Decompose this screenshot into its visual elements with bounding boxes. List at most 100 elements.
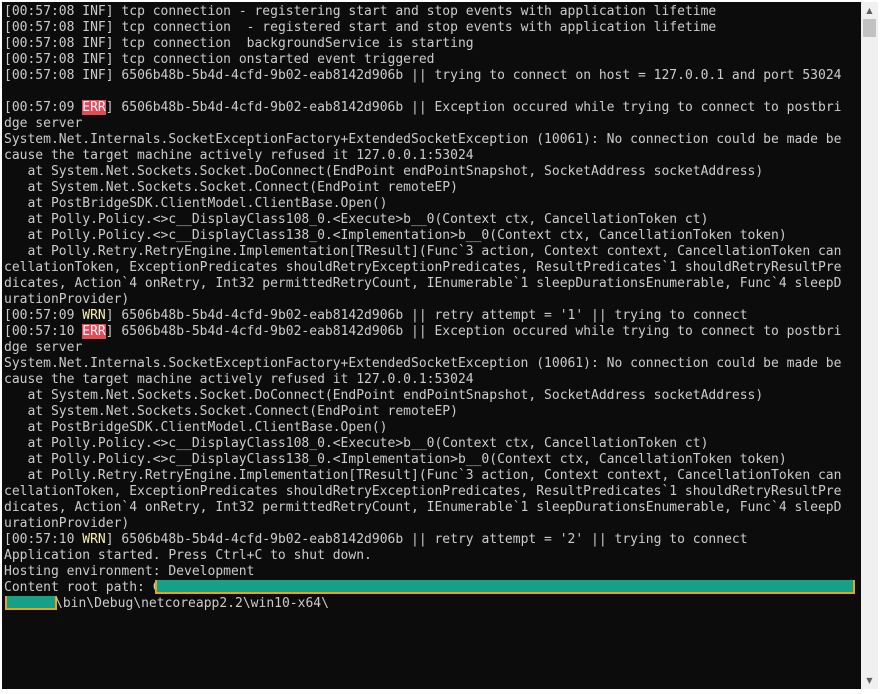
log-text: Hosting environment: Development: [4, 564, 255, 579]
log-text: System.Net.Internals.SocketExceptionFact…: [4, 356, 842, 371]
log-level-inf: INF: [82, 68, 106, 83]
console-line: cellationToken, ExceptionPredicates shou…: [4, 260, 860, 276]
log-text: at System.Net.Sockets.Socket.Connect(End…: [4, 180, 458, 195]
console-line: at Polly.Policy.<>c__DisplayClass138_0.<…: [4, 452, 860, 468]
log-message: ] 6506b48b-5b4d-4cfd-9b02-eab8142d906b |…: [105, 68, 842, 83]
redacted-path: [156, 580, 853, 592]
log-timestamp: [00:57:08: [4, 4, 83, 19]
console-line: System.Net.Internals.SocketExceptionFact…: [4, 356, 860, 372]
console-line: [00:57:09 ERR] 6506b48b-5b4d-4cfd-9b02-e…: [4, 100, 860, 116]
log-text: at PostBridgeSDK.ClientModel.ClientBase.…: [4, 196, 388, 211]
console-line: dge server: [4, 340, 860, 356]
console-line: dicates, Action`4 onRetry, Int32 permitt…: [4, 500, 860, 516]
log-level-inf: INF: [82, 36, 106, 51]
log-text: cause the target machine actively refuse…: [4, 372, 474, 387]
log-text: cellationToken, ExceptionPredicates shou…: [4, 484, 842, 499]
console-line: [00:57:10 WRN] 6506b48b-5b4d-4cfd-9b02-e…: [4, 532, 860, 548]
log-text: dicates, Action`4 onRetry, Int32 permitt…: [4, 500, 842, 515]
log-text: cellationToken, ExceptionPredicates shou…: [4, 260, 842, 275]
console-line: at Polly.Retry.RetryEngine.Implementatio…: [4, 468, 860, 484]
log-level-inf: INF: [82, 20, 106, 35]
console-line: dge server: [4, 116, 860, 132]
console-line: at Polly.Policy.<>c__DisplayClass108_0.<…: [4, 436, 860, 452]
log-text: \bin\Debug\netcoreapp2.2\win10-x64\: [55, 596, 329, 611]
log-text: System.Net.Internals.SocketExceptionFact…: [4, 132, 842, 147]
console-line: System.Net.Internals.SocketExceptionFact…: [4, 132, 860, 148]
log-message: ] tcp connection backgroundService is st…: [105, 36, 474, 51]
log-text: at System.Net.Sockets.Socket.Connect(End…: [4, 404, 458, 419]
console-text: [00:57:08 INF] tcp connection - register…: [4, 4, 860, 612]
console-line: Application started. Press Ctrl+C to shu…: [4, 548, 860, 564]
console-window: [00:57:08 INF] tcp connection - register…: [0, 0, 880, 694]
log-text: urationProvider): [4, 292, 130, 307]
log-level-wrn: WRN: [82, 308, 106, 323]
console-line: [00:57:10 ERR] 6506b48b-5b4d-4cfd-9b02-e…: [4, 324, 860, 340]
console-line: dicates, Action`4 onRetry, Int32 permitt…: [4, 276, 860, 292]
log-text: at Polly.Policy.<>c__DisplayClass138_0.<…: [4, 228, 787, 243]
console-line: at Polly.Policy.<>c__DisplayClass108_0.<…: [4, 212, 860, 228]
console-line: cause the target machine actively refuse…: [4, 372, 860, 388]
log-text: dicates, Action`4 onRetry, Int32 permitt…: [4, 276, 842, 291]
console-line: [00:57:08 INF] tcp connection background…: [4, 36, 860, 52]
console-line: cause the target machine actively refuse…: [4, 148, 860, 164]
console-line: at PostBridgeSDK.ClientModel.ClientBase.…: [4, 196, 860, 212]
vertical-scrollbar[interactable]: ▲ ▼: [861, 2, 878, 689]
log-timestamp: [00:57:10: [4, 532, 83, 547]
log-text: dge server: [4, 116, 83, 131]
log-timestamp: [00:57:08: [4, 52, 83, 67]
log-level-inf: INF: [82, 4, 106, 19]
log-message: ] tcp connection - registered start and …: [105, 20, 717, 35]
console-line: [00:57:08 INF] tcp connection - register…: [4, 20, 860, 36]
log-message: ] tcp connection - registering start and…: [105, 4, 717, 19]
console-line: [00:57:09 WRN] 6506b48b-5b4d-4cfd-9b02-e…: [4, 308, 860, 324]
scroll-thumb[interactable]: [863, 19, 876, 37]
log-timestamp: [00:57:09: [4, 100, 83, 115]
log-message: ] 6506b48b-5b4d-4cfd-9b02-eab8142d906b |…: [105, 324, 842, 339]
console-output[interactable]: [00:57:08 INF] tcp connection - register…: [2, 2, 861, 689]
console-line: at Polly.Retry.RetryEngine.Implementatio…: [4, 244, 860, 260]
console-line: [00:57:08 INF] 6506b48b-5b4d-4cfd-9b02-e…: [4, 68, 860, 84]
console-line: urationProvider): [4, 292, 860, 308]
log-text: at System.Net.Sockets.Socket.DoConnect(E…: [4, 164, 764, 179]
log-timestamp: [00:57:10: [4, 324, 83, 339]
log-text: at Polly.Retry.RetryEngine.Implementatio…: [4, 244, 842, 259]
log-message: ] tcp connection onstarted event trigger…: [105, 52, 435, 67]
console-line: urationProvider): [4, 516, 860, 532]
console-line: [00:57:08 INF] tcp connection onstarted …: [4, 52, 860, 68]
scroll-up-arrow-icon[interactable]: ▲: [861, 2, 878, 19]
console-line: cellationToken, ExceptionPredicates shou…: [4, 484, 860, 500]
log-message: ] 6506b48b-5b4d-4cfd-9b02-eab8142d906b |…: [105, 308, 748, 323]
log-text: Application started. Press Ctrl+C to shu…: [4, 548, 372, 563]
log-text: at Polly.Retry.RetryEngine.Implementatio…: [4, 468, 842, 483]
console-line: [00:57:08 INF] tcp connection - register…: [4, 4, 860, 20]
console-line: Hosting environment: Development: [4, 564, 860, 580]
console-line: at System.Net.Sockets.Socket.DoConnect(E…: [4, 388, 860, 404]
log-message: ] 6506b48b-5b4d-4cfd-9b02-eab8142d906b |…: [105, 532, 748, 547]
scroll-down-arrow-icon[interactable]: ▼: [861, 672, 878, 689]
log-text: at System.Net.Sockets.Socket.DoConnect(E…: [4, 388, 764, 403]
log-message: ] 6506b48b-5b4d-4cfd-9b02-eab8142d906b |…: [105, 100, 842, 115]
console-line: at PostBridgeSDK.ClientModel.ClientBase.…: [4, 420, 860, 436]
log-text: at Polly.Policy.<>c__DisplayClass108_0.<…: [4, 212, 709, 227]
log-timestamp: [00:57:08: [4, 68, 83, 83]
console-line: at System.Net.Sockets.Socket.DoConnect(E…: [4, 164, 860, 180]
console-line: at System.Net.Sockets.Socket.Connect(End…: [4, 180, 860, 196]
log-text: at PostBridgeSDK.ClientModel.ClientBase.…: [4, 420, 388, 435]
log-text: at Polly.Policy.<>c__DisplayClass108_0.<…: [4, 436, 709, 451]
log-level-err: ERR: [82, 100, 106, 115]
log-text: Content root path: C: [4, 580, 161, 595]
redacted-path-segment: [7, 596, 55, 608]
log-timestamp: [00:57:08: [4, 36, 83, 51]
log-text: dge server: [4, 340, 83, 355]
console-line: \bin\Debug\netcoreapp2.2\win10-x64\: [4, 596, 860, 612]
log-timestamp: [00:57:09: [4, 308, 83, 323]
console-line: at Polly.Policy.<>c__DisplayClass138_0.<…: [4, 228, 860, 244]
scroll-track[interactable]: [861, 19, 878, 672]
console-line: Content root path: C: [4, 580, 860, 596]
console-line: at System.Net.Sockets.Socket.Connect(End…: [4, 404, 860, 420]
log-level-inf: INF: [82, 52, 106, 67]
log-timestamp: [00:57:08: [4, 20, 83, 35]
log-text: cause the target machine actively refuse…: [4, 148, 474, 163]
log-level-err: ERR: [82, 324, 106, 339]
